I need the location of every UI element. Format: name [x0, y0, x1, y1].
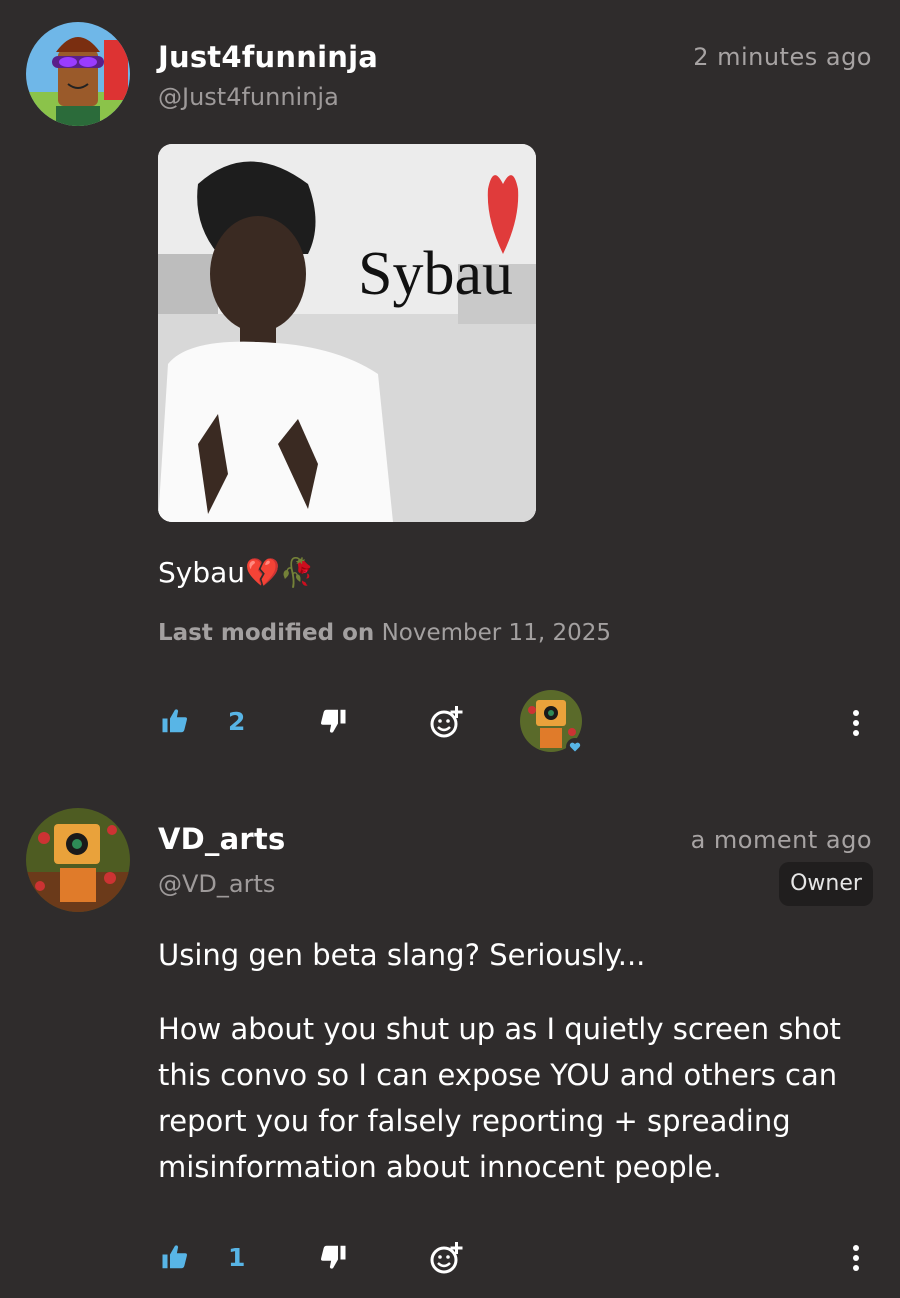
thumbs-down-icon — [321, 1245, 346, 1269]
last-modified: Last modified on November 11, 2025 — [158, 620, 611, 646]
timestamp: 2 minutes ago — [693, 43, 872, 71]
comment-paragraph-2: How about you shut up as I quietly scree… — [158, 1012, 841, 1184]
post-photo: Sybau — [158, 144, 536, 522]
user-handle: @VD_arts — [158, 870, 276, 898]
dislike-button[interactable] — [318, 1242, 348, 1272]
thumbs-down-icon — [321, 709, 346, 733]
add-reaction-icon — [430, 1242, 463, 1274]
username[interactable]: VD_arts — [158, 822, 285, 856]
dislike-button[interactable] — [318, 706, 348, 736]
modified-label: Last modified on — [158, 620, 375, 646]
image-caption: Sybau — [358, 240, 513, 308]
like-count: 1 — [228, 1243, 246, 1272]
reaction-heart-badge — [566, 738, 584, 756]
like-button[interactable] — [160, 706, 190, 736]
more-options-icon[interactable] — [853, 1245, 859, 1275]
avatar-vd-arts[interactable] — [26, 808, 130, 912]
heart-icon — [569, 742, 581, 752]
avatar-image — [26, 22, 130, 126]
thumbs-up-icon — [162, 1245, 187, 1269]
like-button[interactable] — [160, 1242, 190, 1272]
add-reaction-icon — [430, 706, 463, 738]
modified-date: November 11, 2025 — [381, 620, 611, 646]
comment-text: Sybau💔🥀 — [158, 556, 315, 589]
avatar-image — [26, 808, 130, 912]
more-options-icon[interactable] — [853, 710, 859, 740]
username[interactable]: Just4funninja — [158, 40, 378, 74]
comment-paragraph-1: Using gen beta slang? Seriously... — [158, 938, 646, 972]
add-reaction-button[interactable] — [428, 1240, 464, 1276]
thumbs-up-icon — [162, 709, 187, 733]
user-handle: @Just4funninja — [158, 83, 339, 111]
add-reaction-button[interactable] — [428, 704, 464, 740]
reaction-avatar[interactable] — [520, 690, 584, 756]
avatar-just4funninja[interactable] — [26, 22, 130, 126]
like-count: 2 — [228, 707, 246, 736]
timestamp: a moment ago — [690, 826, 872, 854]
owner-badge: Owner — [779, 862, 873, 906]
post-image[interactable]: Sybau — [158, 144, 536, 522]
